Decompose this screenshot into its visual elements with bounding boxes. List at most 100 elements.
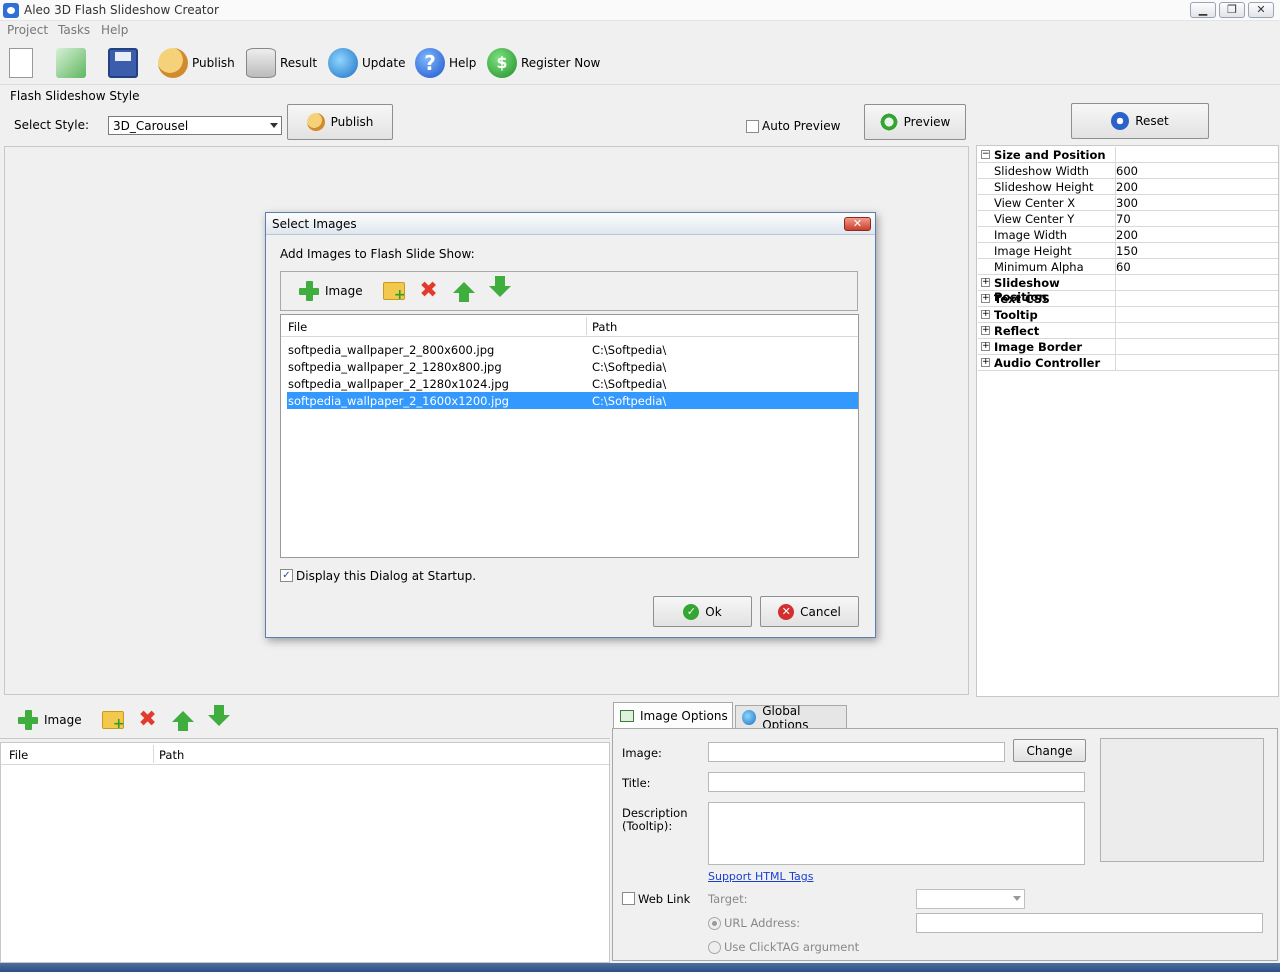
prop-key: Image Height (994, 244, 1072, 258)
toolbar-publish-button[interactable]: Publish (158, 46, 235, 80)
prop-group-audio-controller[interactable]: + Audio Controller (978, 355, 1278, 371)
ok-label: Ok (705, 604, 722, 619)
menu-help[interactable]: Help (101, 23, 128, 37)
dialog-close-button[interactable]: ✕ (844, 217, 871, 231)
menu-bar: Project Tasks Help (0, 21, 1280, 40)
new-project-button[interactable] (6, 46, 33, 80)
prop-value[interactable]: 200 (1116, 180, 1138, 194)
dialog-image-list[interactable]: File Path softpedia_wallpaper_2_800x600.… (280, 314, 859, 558)
prop-group-text-css[interactable]: + Text CSS (978, 291, 1278, 307)
palette-icon (158, 48, 188, 78)
prop-row[interactable]: Slideshow Height 200 (978, 179, 1278, 195)
prop-key: View Center X (994, 196, 1076, 210)
web-link-checkbox[interactable] (622, 892, 635, 905)
prop-group-reflect[interactable]: + Reflect (978, 323, 1278, 339)
col-path-header[interactable]: Path (592, 320, 617, 334)
close-button[interactable]: ✕ (1248, 2, 1274, 18)
prop-value[interactable]: 200 (1116, 228, 1138, 242)
prop-group-tooltip[interactable]: + Tooltip (978, 307, 1278, 323)
add-folder-icon[interactable] (101, 711, 125, 732)
prop-row[interactable]: Image Height 150 (978, 243, 1278, 259)
prop-value[interactable]: 60 (1116, 260, 1131, 274)
expand-icon[interactable]: + (981, 294, 990, 303)
tab-image-options[interactable]: Image Options (613, 702, 733, 728)
expand-icon[interactable]: + (981, 342, 990, 351)
open-arrow-icon (56, 48, 86, 78)
prop-value[interactable]: 150 (1116, 244, 1138, 258)
move-down-icon[interactable] (488, 275, 511, 297)
table-row[interactable]: softpedia_wallpaper_2_800x600.jpg C:\Soft… (287, 341, 858, 358)
expand-icon[interactable]: + (981, 310, 990, 319)
image-list[interactable]: File Path (0, 742, 610, 963)
prop-group-image-border[interactable]: + Image Border (978, 339, 1278, 355)
style-select[interactable]: 3D_Carousel (108, 116, 282, 135)
collapse-icon[interactable]: − (981, 150, 990, 159)
prop-value[interactable]: 600 (1116, 164, 1138, 178)
maximize-button[interactable]: ❐ (1219, 2, 1245, 18)
dialog-add-image-button[interactable]: Image (299, 281, 363, 301)
minimize-button[interactable]: ▁ (1190, 2, 1216, 18)
prop-row[interactable]: Minimum Alpha 60 (978, 259, 1278, 275)
ok-button[interactable]: ✓ Ok (653, 596, 752, 627)
globe-update-icon (328, 48, 358, 78)
prop-row[interactable]: Image Width 200 (978, 227, 1278, 243)
description-field-label: Description (622, 806, 688, 820)
style-select-value: 3D_Carousel (113, 119, 189, 133)
change-button[interactable]: Change (1013, 739, 1086, 762)
url-address-input[interactable] (916, 913, 1263, 933)
preview-button[interactable]: Preview (864, 104, 966, 140)
clicktag-radio[interactable] (708, 941, 721, 954)
preview-label: Preview (903, 115, 951, 129)
expand-icon[interactable]: + (981, 326, 990, 335)
money-bag-icon: $ (487, 48, 517, 78)
prop-row[interactable]: View Center Y 70 (978, 211, 1278, 227)
table-row[interactable]: softpedia_wallpaper_2_1280x1024.jpg C:\So… (287, 375, 858, 392)
url-address-radio[interactable] (708, 917, 721, 930)
expand-icon[interactable]: + (981, 358, 990, 367)
expand-icon[interactable]: + (981, 278, 990, 287)
menu-tasks[interactable]: Tasks (58, 23, 90, 37)
add-image-button[interactable]: Image (18, 710, 82, 730)
move-down-icon[interactable] (207, 704, 230, 726)
delete-icon[interactable]: ✖ (419, 280, 439, 302)
toolbar-help-button[interactable]: ? Help (415, 46, 476, 80)
cancel-button[interactable]: ✕ Cancel (760, 596, 859, 627)
toolbar-result-button[interactable]: Result (246, 46, 317, 80)
table-row-selected[interactable]: softpedia_wallpaper_2_1600x1200.jpg C:\So… (287, 392, 858, 409)
description-textarea[interactable] (708, 802, 1085, 865)
tab-global-options[interactable]: Global Options (735, 704, 847, 732)
prop-group-slideshow-position[interactable]: + Slideshow Position (978, 275, 1278, 304)
move-up-icon[interactable] (171, 710, 194, 731)
select-style-label: Select Style: (14, 118, 90, 132)
menu-project[interactable]: Project (7, 23, 48, 37)
add-folder-icon[interactable] (382, 282, 406, 303)
reset-button[interactable]: Reset (1071, 103, 1209, 139)
table-row[interactable]: softpedia_wallpaper_2_1280x800.jpg C:\Sof… (287, 358, 858, 375)
auto-preview-checkbox[interactable] (746, 120, 759, 133)
new-document-icon (9, 48, 33, 78)
startup-checkbox-label: Display this Dialog at Startup. (296, 569, 477, 583)
delete-icon[interactable]: ✖ (138, 709, 158, 731)
move-up-icon[interactable] (452, 281, 475, 302)
image-path-input[interactable] (708, 742, 1005, 762)
col-path-header[interactable]: Path (159, 748, 184, 762)
toolbar-register-button[interactable]: $ Register Now (487, 46, 600, 80)
description-field-sublabel: (Tooltip): (622, 819, 673, 833)
col-file-header[interactable]: File (288, 320, 307, 334)
prop-row[interactable]: View Center X 300 (978, 195, 1278, 211)
toolbar-update-button[interactable]: Update (328, 46, 405, 80)
prop-value[interactable]: 70 (1116, 212, 1131, 226)
prop-key: Slideshow Height (994, 180, 1094, 194)
col-file-header[interactable]: File (9, 748, 28, 762)
support-html-tags-link[interactable]: Support HTML Tags (708, 870, 813, 883)
target-select[interactable] (916, 889, 1025, 909)
save-project-button[interactable] (108, 46, 138, 80)
prop-row[interactable]: Slideshow Width 600 (978, 163, 1278, 179)
dialog-title-bar: Select Images ✕ (266, 213, 875, 235)
prop-group-size-position[interactable]: − Size and Position (978, 147, 1278, 163)
startup-checkbox[interactable]: ✓ (280, 569, 293, 582)
style-publish-button[interactable]: Publish (287, 104, 393, 140)
title-input[interactable] (708, 772, 1085, 792)
open-project-button[interactable] (56, 46, 86, 80)
prop-value[interactable]: 300 (1116, 196, 1138, 210)
